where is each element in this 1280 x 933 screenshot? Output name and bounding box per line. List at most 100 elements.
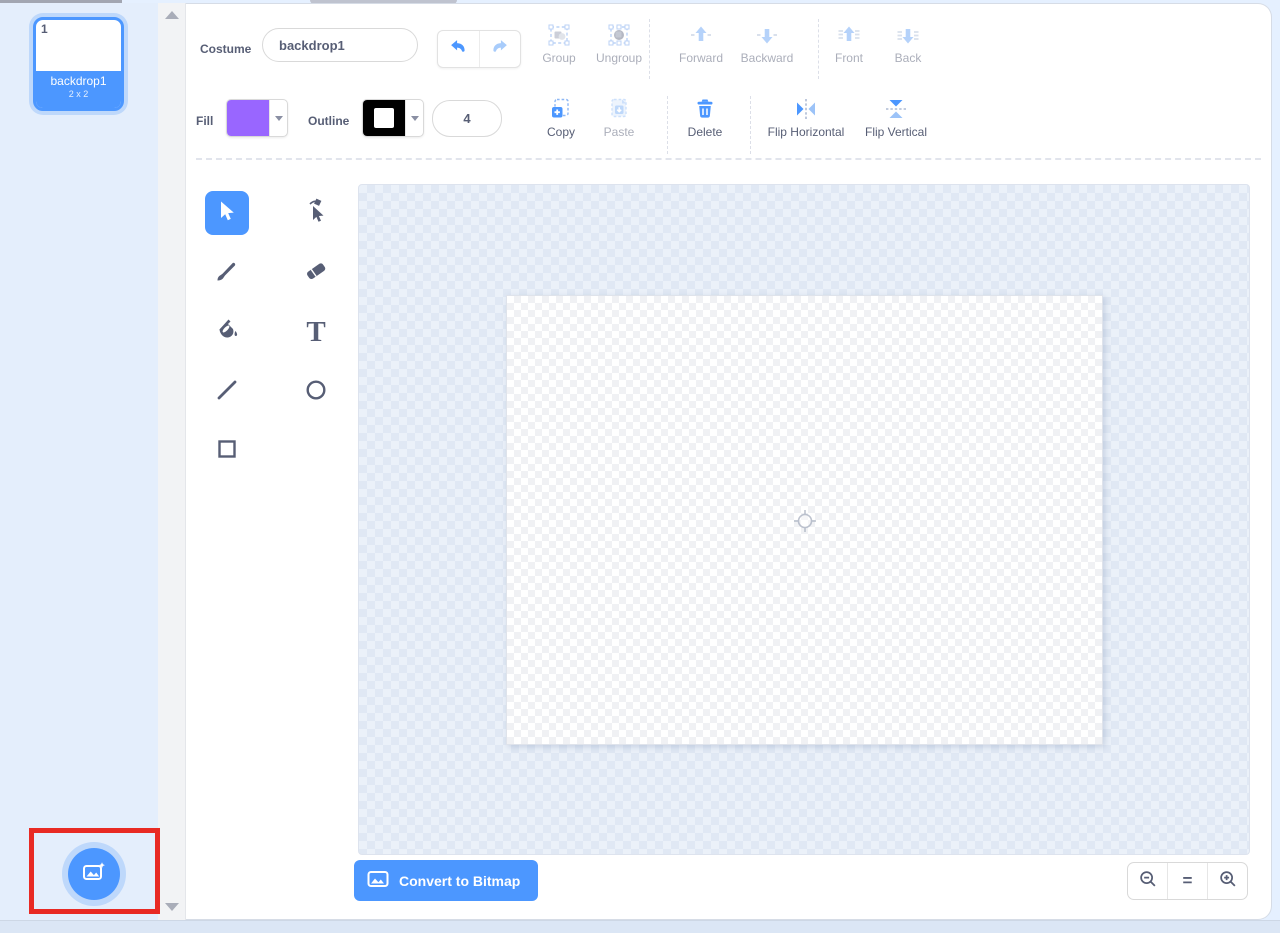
outline-color-swatch[interactable] (362, 99, 424, 137)
copy-label: Copy (547, 125, 575, 139)
stage-area[interactable] (506, 295, 1103, 745)
tool-circle[interactable] (294, 370, 338, 414)
stroke-width-input[interactable] (432, 100, 502, 137)
outline-label: Outline (308, 114, 349, 128)
canvas-center-crosshair-icon (790, 506, 820, 541)
paint-bucket-icon (214, 317, 240, 348)
separator (649, 19, 650, 79)
brush-icon (214, 258, 240, 289)
paint-editor-panel: Costume Group (186, 3, 1272, 920)
outline-dropdown[interactable] (405, 100, 423, 136)
redo-button[interactable] (479, 31, 521, 67)
backdrop-thumbnail-size: 2 x 2 (36, 89, 121, 99)
circle-icon (304, 378, 328, 407)
separator (750, 96, 751, 154)
backdrop-thumbnail-card[interactable]: 1 backdrop1 2 x 2 (33, 17, 124, 111)
choose-backdrop-button-circle[interactable] (68, 848, 120, 900)
redo-icon (489, 36, 511, 63)
tool-line[interactable] (205, 370, 249, 414)
zoom-in-icon (1217, 868, 1239, 895)
separator (818, 19, 819, 79)
delete-button[interactable]: Delete (677, 96, 733, 152)
chevron-down-icon (411, 116, 419, 121)
flip-horizontal-label: Flip Horizontal (768, 125, 845, 139)
zoom-reset-icon: = (1183, 871, 1193, 891)
costume-name-input[interactable] (262, 28, 418, 62)
zoom-controls: = (1127, 862, 1248, 900)
scroll-up-icon[interactable] (165, 11, 179, 19)
window-bottom-strip (0, 920, 1280, 933)
copy-button[interactable]: Copy (533, 96, 589, 152)
front-label: Front (835, 51, 863, 65)
chevron-down-icon (275, 116, 283, 121)
zoom-in-button[interactable] (1207, 863, 1247, 899)
backdrop-index: 1 (41, 22, 48, 36)
choose-backdrop-button[interactable] (62, 842, 126, 906)
backward-icon (754, 22, 780, 48)
line-icon (215, 378, 239, 407)
forward-label: Forward (679, 51, 723, 65)
zoom-out-button[interactable] (1128, 863, 1167, 899)
forward-button[interactable]: Forward (671, 22, 731, 78)
bitmap-image-icon (366, 867, 390, 894)
tool-fill[interactable] (205, 310, 249, 354)
fill-color-swatch[interactable] (226, 99, 288, 137)
ungroup-button[interactable]: Ungroup (590, 22, 648, 78)
fill-label: Fill (196, 114, 213, 128)
text-tool-icon: T (306, 318, 325, 347)
ungroup-label: Ungroup (596, 51, 642, 65)
backward-button[interactable]: Backward (735, 22, 799, 78)
ungroup-icon (606, 22, 632, 48)
select-cursor-icon (215, 199, 239, 228)
group-label: Group (542, 51, 575, 65)
copy-icon (548, 96, 574, 122)
tool-eraser[interactable] (294, 251, 338, 295)
paste-icon (606, 96, 632, 122)
tool-rectangle[interactable] (205, 429, 249, 473)
backdrop-sidebar: 1 backdrop1 2 x 2 (0, 3, 158, 920)
undo-redo-group (437, 30, 521, 68)
scroll-down-icon[interactable] (165, 903, 179, 911)
group-button[interactable]: Group (530, 22, 588, 78)
undo-icon (447, 36, 469, 63)
paste-label: Paste (604, 125, 635, 139)
paint-canvas[interactable] (358, 184, 1250, 855)
zoom-reset-button[interactable]: = (1167, 863, 1207, 899)
back-button[interactable]: Back (879, 22, 937, 78)
fill-dropdown[interactable] (269, 100, 287, 136)
convert-to-bitmap-label: Convert to Bitmap (399, 873, 520, 889)
flip-vertical-icon (883, 96, 909, 122)
front-icon (836, 22, 862, 48)
undo-button[interactable] (438, 31, 479, 67)
tool-text[interactable]: T (294, 310, 338, 354)
tool-reshape[interactable] (294, 191, 338, 235)
tool-brush[interactable] (205, 251, 249, 295)
backdrop-thumbnail-selected[interactable]: 1 backdrop1 2 x 2 (29, 13, 128, 115)
paste-button[interactable]: Paste (591, 96, 647, 152)
flip-horizontal-icon (793, 96, 819, 122)
flip-vertical-label: Flip Vertical (865, 125, 927, 139)
back-icon (895, 22, 921, 48)
backdrop-thumbnail-footer: backdrop1 2 x 2 (36, 71, 121, 108)
back-label: Back (895, 51, 922, 65)
delete-label: Delete (688, 125, 723, 139)
rectangle-icon (215, 437, 239, 466)
backward-label: Backward (741, 51, 794, 65)
group-icon (546, 22, 572, 48)
trash-icon (693, 96, 717, 122)
backdrop-thumbnail-name: backdrop1 (36, 74, 121, 88)
forward-icon (688, 22, 714, 48)
zoom-out-icon (1137, 868, 1159, 895)
backdrop-image-icon (80, 858, 108, 891)
outline-color-value (363, 100, 405, 136)
tool-select[interactable] (205, 191, 249, 235)
reshape-icon (303, 198, 329, 229)
flip-vertical-button[interactable]: Flip Vertical (852, 96, 940, 152)
sidebar-scrollbar[interactable] (158, 3, 186, 920)
toolbar-separator (196, 158, 1261, 160)
front-button[interactable]: Front (820, 22, 878, 78)
flip-horizontal-button[interactable]: Flip Horizontal (760, 96, 852, 152)
fill-color-value (227, 100, 269, 136)
convert-to-bitmap-button[interactable]: Convert to Bitmap (354, 860, 538, 901)
eraser-icon (303, 258, 329, 289)
